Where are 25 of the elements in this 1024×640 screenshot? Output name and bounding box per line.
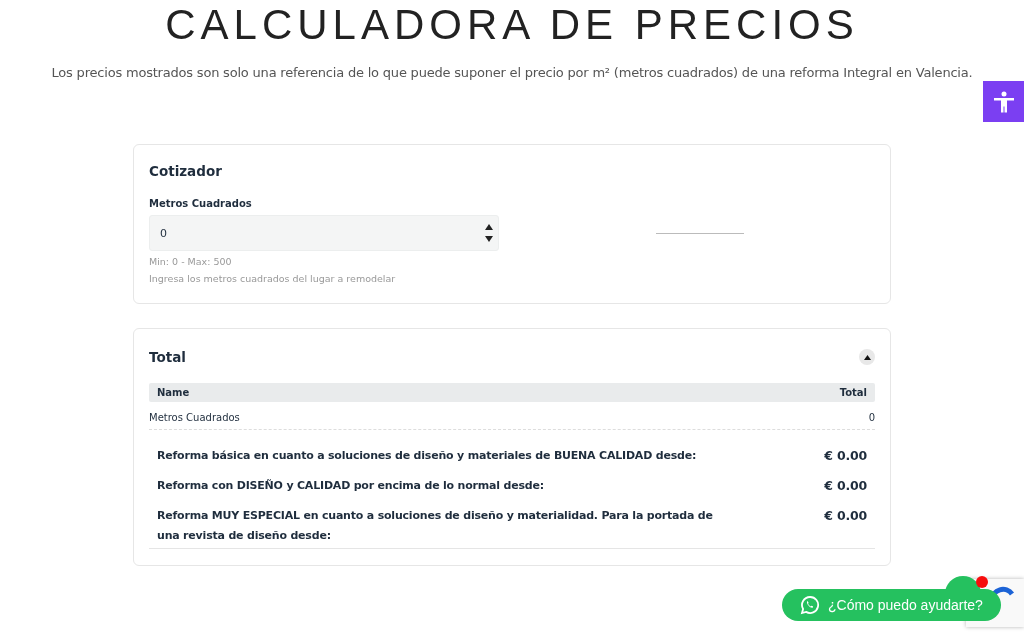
spin-down-icon[interactable] [485,236,493,242]
page-subtitle: Los precios mostrados son solo una referencia de lo que puede suponer el precio por m² (metros cuadrados) de una reforma Integral en Valencia. [51,65,973,80]
caret-up-icon [863,354,871,360]
field-label: Metros Cuadrados [149,198,253,209]
table-cell: 0 [868,412,875,423]
price-label: Reforma con DISEÑO y CALIDAD por encima de lo normal desde: [157,478,545,494]
spin-up-icon[interactable] [485,224,493,230]
price-amount: € 0.00 [824,477,867,495]
field-help: Ingresa los metros cuadrados del lugar a remodelar [149,273,397,284]
price-label: Reforma básica en cuanto a soluciones de diseño y materiales de BUENA CALIDAD desde: [157,448,698,464]
table-cell: Metros Cuadrados [149,412,240,423]
price-amount: € 0.00 [824,507,867,525]
card-title: Total [149,349,186,365]
accessibility-icon [991,89,1016,114]
field-range: Min: 0 - Max: 500 [149,256,233,267]
number-field[interactable]: 0 [149,215,499,251]
whatsapp-icon [800,595,820,615]
price-amount: € 0.00 [824,447,867,465]
column-header: Name [157,387,190,398]
price-label: Reforma MUY ESPECIAL en cuanto a soluciones de diseño y materialidad. Para la portada de una revista de diseño desde: [157,508,714,544]
card-title: Cotizador [149,163,223,179]
accessibility-button[interactable] [983,81,1024,122]
column-header: Total [839,387,867,398]
page-title: CALCULADORA DE PRECIOS [165,2,859,48]
collapse-toggle[interactable] [859,349,875,365]
